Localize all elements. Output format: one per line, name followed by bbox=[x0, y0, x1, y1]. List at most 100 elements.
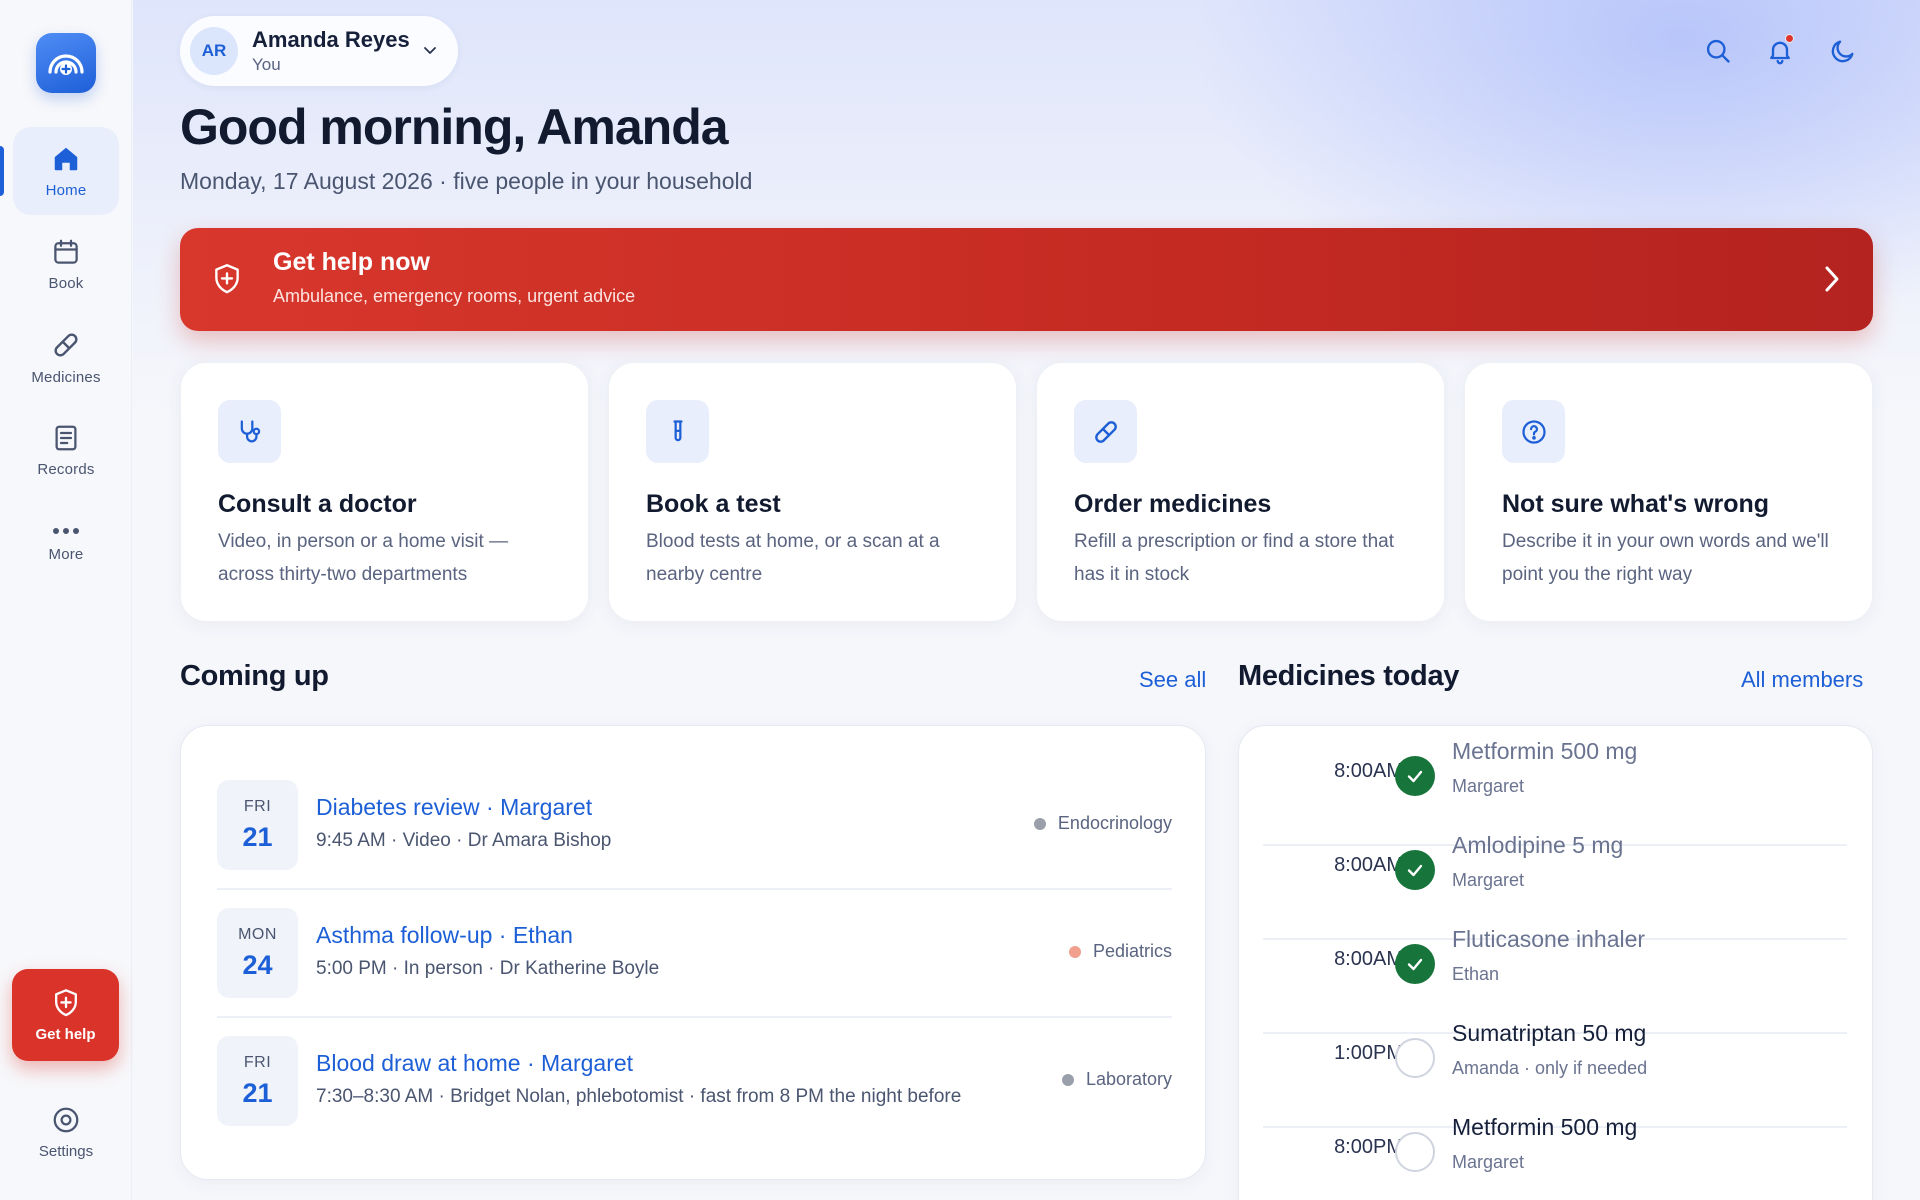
appointment-detail: 5:00 PM · In person · Dr Katherine Boyle bbox=[316, 958, 660, 979]
dark-mode-toggle[interactable] bbox=[1826, 34, 1860, 68]
coming-up-heading: Coming up bbox=[180, 660, 329, 692]
department-tag: Endocrinology bbox=[1033, 813, 1172, 834]
get-help-now-banner[interactable]: Get help now Ambulance, emergency rooms,… bbox=[180, 228, 1873, 331]
get-help-label: Get help bbox=[35, 1025, 96, 1043]
day-of-week: MON bbox=[238, 925, 277, 943]
card-title: Book a test bbox=[646, 490, 781, 518]
department-dot bbox=[1033, 817, 1046, 830]
search-button[interactable] bbox=[1701, 34, 1735, 68]
book-test-card[interactable]: Book a test Blood tests at home, or a sc… bbox=[608, 362, 1017, 622]
department-dot bbox=[1061, 1073, 1074, 1086]
medicine-name: Fluticasone inhaler bbox=[1452, 926, 1646, 952]
chevron-right-icon bbox=[1825, 266, 1839, 292]
sidebar: Home Book Medicines Records More Get hel… bbox=[0, 0, 132, 1200]
date-box: FRI 21 bbox=[217, 780, 298, 870]
card-description: Blood tests at home, or a scan at a near… bbox=[646, 531, 940, 585]
medicine-person: Margaret bbox=[1452, 870, 1525, 890]
date-box: FRI 21 bbox=[217, 1036, 298, 1126]
sidebar-item-label: Records bbox=[37, 460, 95, 478]
medicine-row[interactable]: 8:00AM Amlodipine 5 mg Margaret bbox=[1263, 822, 1847, 916]
consult-doctor-card[interactable]: Consult a doctor Video, in person or a h… bbox=[180, 362, 589, 622]
taken-checkbox[interactable] bbox=[1395, 944, 1435, 984]
document-icon bbox=[55, 425, 77, 450]
all-members-link[interactable]: All members bbox=[1741, 667, 1863, 693]
dose-time: 8:00PM bbox=[1334, 1136, 1403, 1158]
page-subtitle: Monday, 17 August 2026 · five people in … bbox=[180, 168, 753, 194]
avatar: AR bbox=[190, 27, 238, 75]
card-icon-box bbox=[1074, 400, 1137, 463]
more-icon bbox=[53, 527, 79, 534]
home-icon bbox=[54, 147, 78, 170]
get-help-button[interactable]: Get help bbox=[12, 969, 119, 1061]
medicines-today-heading: Medicines today bbox=[1238, 660, 1460, 692]
medicine-name: Metformin 500 mg bbox=[1452, 1114, 1638, 1140]
medicine-name: Amlodipine 5 mg bbox=[1452, 832, 1624, 858]
dose-time: 8:00AM bbox=[1334, 854, 1403, 876]
sidebar-item-medicines[interactable]: Medicines bbox=[13, 313, 119, 401]
card-title: Consult a doctor bbox=[218, 490, 417, 518]
appointment-detail: 7:30–8:30 AM · Bridget Nolan, phlebotomi… bbox=[316, 1086, 962, 1107]
stethoscope-icon bbox=[240, 419, 260, 442]
taken-checkbox[interactable] bbox=[1395, 850, 1435, 890]
check-icon bbox=[1407, 770, 1423, 783]
medicine-person: Amanda · only if needed bbox=[1452, 1058, 1648, 1078]
medicine-person: Ethan bbox=[1452, 964, 1500, 984]
sidebar-item-label: More bbox=[48, 545, 84, 563]
day-number: 24 bbox=[242, 949, 273, 980]
medicine-row[interactable]: 8:00PM Metformin 500 mg Margaret bbox=[1263, 1104, 1847, 1198]
order-medicines-card[interactable]: Order medicines Refill a prescription or… bbox=[1036, 362, 1445, 622]
notifications-button[interactable] bbox=[1763, 34, 1797, 68]
sidebar-item-book[interactable]: Book bbox=[13, 220, 119, 308]
card-description: Describe it in your own words and we'll … bbox=[1502, 531, 1829, 585]
not-sure-card[interactable]: Not sure what's wrong Describe it in you… bbox=[1464, 362, 1873, 622]
card-icon-box bbox=[218, 400, 281, 463]
appointment-title: Diabetes review · Margaret bbox=[316, 794, 593, 820]
logo-icon bbox=[48, 54, 84, 75]
appointment-title: Asthma follow-up · Ethan bbox=[316, 922, 573, 948]
divider bbox=[217, 1016, 1172, 1018]
dose-time: 1:00PM bbox=[1334, 1042, 1403, 1064]
calendar-icon bbox=[54, 239, 78, 264]
sidebar-item-home[interactable]: Home bbox=[13, 127, 119, 215]
taken-checkbox[interactable] bbox=[1395, 1132, 1435, 1172]
appointment-row[interactable]: FRI 21 Diabetes review · Margaret 9:45 A… bbox=[217, 780, 1172, 870]
medicine-name: Metformin 500 mg bbox=[1452, 738, 1638, 764]
day-number: 21 bbox=[242, 1077, 273, 1108]
card-title: Order medicines bbox=[1074, 490, 1272, 518]
shield-icon bbox=[54, 988, 77, 1016]
test-tube-icon bbox=[672, 419, 683, 441]
gear-icon bbox=[53, 1107, 79, 1132]
medicine-row[interactable]: 8:00AM Fluticasone inhaler Ethan bbox=[1263, 916, 1847, 1010]
banner-title: Get help now bbox=[273, 248, 430, 276]
taken-checkbox[interactable] bbox=[1395, 756, 1435, 796]
moon-icon bbox=[1831, 40, 1854, 63]
medicine-row[interactable]: 8:00AM Metformin 500 mg Margaret bbox=[1263, 728, 1847, 822]
sidebar-item-settings[interactable]: Settings bbox=[13, 1092, 119, 1172]
sidebar-item-records[interactable]: Records bbox=[13, 406, 119, 494]
coming-up-panel: FRI 21 Diabetes review · Margaret 9:45 A… bbox=[180, 725, 1206, 1180]
department-dot bbox=[1068, 945, 1081, 958]
medicine-person: Margaret bbox=[1452, 1152, 1525, 1172]
appointment-row[interactable]: FRI 21 Blood draw at home · Margaret 7:3… bbox=[217, 1036, 1172, 1126]
app-logo[interactable] bbox=[36, 33, 96, 93]
divider bbox=[217, 888, 1172, 890]
medicine-row[interactable]: 1:00PM Sumatriptan 50 mg Amanda · only i… bbox=[1263, 1010, 1847, 1104]
card-title: Not sure what's wrong bbox=[1502, 490, 1770, 518]
chevron-down-icon bbox=[424, 47, 436, 54]
department-tag: Laboratory bbox=[1061, 1069, 1172, 1090]
see-all-link[interactable]: See all bbox=[1139, 667, 1206, 693]
department-tag: Pediatrics bbox=[1068, 941, 1172, 962]
user-role: You bbox=[252, 55, 281, 74]
department-label: Laboratory bbox=[1085, 1069, 1172, 1089]
taken-checkbox[interactable] bbox=[1395, 1038, 1435, 1078]
active-nav-indicator bbox=[0, 146, 4, 196]
appointment-row[interactable]: MON 24 Asthma follow-up · Ethan 5:00 PM … bbox=[217, 908, 1172, 998]
account-switcher[interactable]: AR Amanda Reyes You bbox=[180, 16, 458, 86]
sidebar-item-more[interactable]: More bbox=[13, 499, 119, 587]
notification-badge bbox=[1785, 34, 1794, 43]
pill-icon bbox=[54, 332, 78, 357]
department-label: Endocrinology bbox=[1057, 813, 1172, 833]
card-description: Video, in person or a home visit — acros… bbox=[218, 531, 509, 585]
dose-time: 8:00AM bbox=[1334, 760, 1403, 782]
date-box: MON 24 bbox=[217, 908, 298, 998]
